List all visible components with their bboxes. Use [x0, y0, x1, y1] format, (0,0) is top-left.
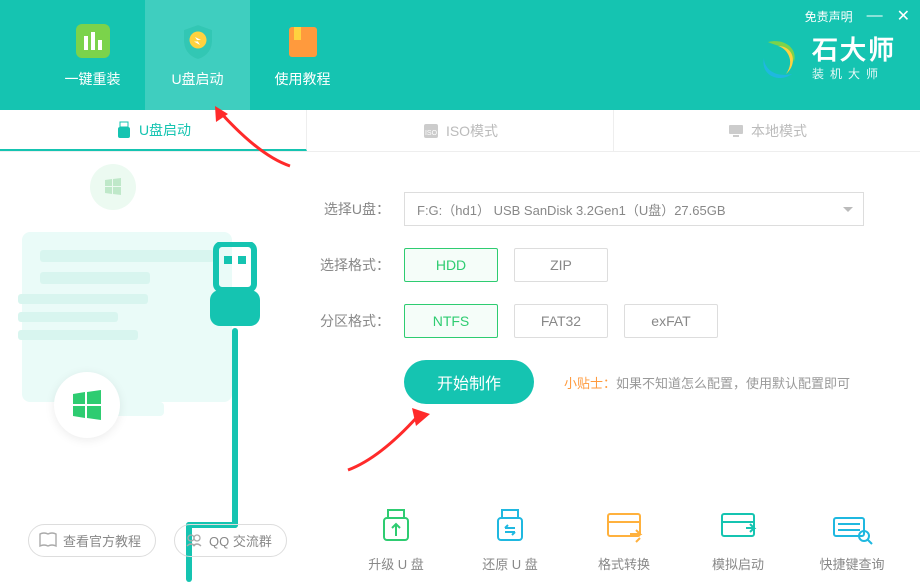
disk-label: 选择U盘：: [310, 199, 390, 219]
close-button[interactable]: ✕: [897, 6, 910, 26]
start-create-button[interactable]: 开始制作: [404, 360, 534, 404]
nav-usb-boot[interactable]: U盘启动: [145, 0, 250, 110]
group-icon: [185, 532, 203, 548]
official-tutorial-link[interactable]: 查看官方教程: [28, 524, 156, 557]
brand: 石大师 装机大师: [754, 34, 896, 84]
tab-label: ISO模式: [446, 121, 498, 141]
restore-usb-icon: [488, 508, 532, 548]
hotkey-lookup-button[interactable]: 快捷键查询: [812, 508, 892, 573]
footer: 查看官方教程 QQ 交流群 升级 U 盘 还原 U 盘 格式转换 模拟启动 快捷…: [0, 500, 920, 580]
book-icon: [39, 532, 57, 548]
disclaimer-link[interactable]: 免责声明: [805, 8, 853, 25]
simulate-icon: [716, 508, 760, 548]
illustration: [0, 152, 310, 522]
brand-name: 石大师: [812, 36, 896, 65]
usb-plug-icon: [206, 242, 264, 337]
qq-group-link[interactable]: QQ 交流群: [174, 524, 287, 557]
usb-icon: [115, 121, 133, 139]
upgrade-usb-button[interactable]: 升级 U 盘: [356, 508, 436, 573]
svg-text:ISO: ISO: [425, 130, 438, 137]
mode-tabs: U盘启动 ISO ISO模式 本地模式: [0, 110, 920, 152]
nav-reinstall[interactable]: 一键重装: [40, 0, 145, 110]
tutorial-icon: [283, 21, 323, 61]
nav-label: 使用教程: [275, 69, 331, 89]
label: 模拟启动: [712, 554, 764, 573]
header: 免责声明 — ✕ 一键重装 U盘启动 使用教程 石大师 装机大师: [0, 0, 920, 110]
tab-label: 本地模式: [751, 121, 807, 141]
brand-logo-icon: [754, 34, 804, 84]
brand-subtitle: 装机大师: [812, 65, 896, 82]
tab-local-mode[interactable]: 本地模式: [614, 110, 920, 151]
simulate-boot-button[interactable]: 模拟启动: [698, 508, 778, 573]
usb-shield-icon: [178, 21, 218, 61]
convert-format-button[interactable]: 格式转换: [584, 508, 664, 573]
format-hdd[interactable]: HDD: [404, 248, 498, 282]
tip-highlight: 小贴士：: [564, 376, 616, 391]
label: 快捷键查询: [819, 554, 884, 573]
keyboard-search-icon: [830, 508, 874, 548]
label: 查看官方教程: [63, 531, 141, 550]
tab-iso-mode[interactable]: ISO ISO模式: [307, 110, 614, 151]
iso-icon: ISO: [422, 122, 440, 140]
format-label: 选择格式：: [310, 255, 390, 275]
fs-fat32[interactable]: FAT32: [514, 304, 608, 338]
format-zip[interactable]: ZIP: [514, 248, 608, 282]
reinstall-icon: [73, 21, 113, 61]
disk-value: F:G:（hd1） USB SanDisk 3.2Gen1（U盘）27.65GB: [417, 200, 726, 219]
tab-usb-boot[interactable]: U盘启动: [0, 110, 307, 151]
top-nav: 一键重装 U盘启动 使用教程: [0, 0, 355, 110]
config-form: 选择U盘： F:G:（hd1） USB SanDisk 3.2Gen1（U盘）2…: [310, 152, 920, 522]
label: 还原 U 盘: [482, 554, 538, 573]
fs-ntfs[interactable]: NTFS: [404, 304, 498, 338]
titlebar: 免责声明 — ✕: [805, 6, 910, 26]
upgrade-usb-icon: [374, 508, 418, 548]
nav-label: 一键重装: [65, 69, 121, 89]
windows-badge-icon: [54, 372, 120, 438]
disk-select[interactable]: F:G:（hd1） USB SanDisk 3.2Gen1（U盘）27.65GB: [404, 192, 864, 226]
convert-icon: [602, 508, 646, 548]
partition-label: 分区格式：: [310, 311, 390, 331]
tip-text: 小贴士：如果不知道怎么配置，使用默认配置即可: [564, 373, 850, 392]
label: QQ 交流群: [209, 531, 272, 550]
tab-label: U盘启动: [139, 120, 191, 140]
nav-tutorial[interactable]: 使用教程: [250, 0, 355, 110]
monitor-icon: [727, 122, 745, 140]
fs-exfat[interactable]: exFAT: [624, 304, 718, 338]
main-content: 选择U盘： F:G:（hd1） USB SanDisk 3.2Gen1（U盘）2…: [0, 152, 920, 522]
nav-label: U盘启动: [171, 69, 223, 89]
minimize-button[interactable]: —: [867, 7, 883, 25]
label: 格式转换: [598, 554, 650, 573]
windows-mini-icon: [90, 164, 136, 210]
restore-usb-button[interactable]: 还原 U 盘: [470, 508, 550, 573]
label: 升级 U 盘: [368, 554, 424, 573]
